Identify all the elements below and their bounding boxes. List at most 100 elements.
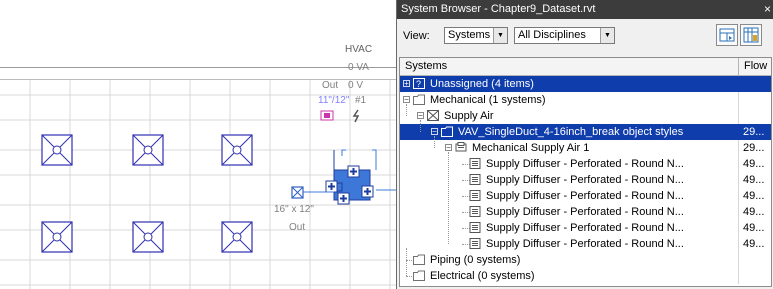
tree-row[interactable]: − VAV_SingleDuct_4-16inch_break object st… — [400, 124, 771, 140]
tree-row[interactable]: Supply Diffuser - Perforated - Round N..… — [400, 220, 771, 236]
tree-row[interactable]: +? Unassigned (4 items) — [400, 76, 771, 92]
tree-row[interactable]: Supply Diffuser - Perforated - Round N..… — [400, 156, 771, 172]
collapse-icon[interactable]: − — [445, 144, 452, 152]
view-select[interactable]: Systems ▼ — [444, 27, 508, 44]
chevron-down-icon: ▼ — [493, 28, 507, 43]
tree-row-label: VAV_SingleDuct_4-16inch_break object sty… — [458, 126, 684, 138]
system-browser-titlebar[interactable]: System Browser - Chapter9_Dataset.rvt × — [397, 0, 773, 19]
supply-diffuser-symbol[interactable] — [41, 134, 73, 166]
supply-diffuser-symbol[interactable] — [132, 221, 164, 253]
tree-row-label: Mechanical (1 systems) — [430, 94, 546, 106]
tree-row-name-cell: Supply Diffuser - Perforated - Round N..… — [400, 204, 739, 220]
tree-row-flow-cell: 49... — [743, 206, 765, 218]
tree-row-flow-cell: 29... — [743, 142, 765, 154]
supply-diffuser-symbol[interactable] — [132, 134, 164, 166]
va-label: 0 VA — [348, 62, 369, 73]
columns-icon — [719, 28, 735, 42]
tree-connector — [406, 248, 407, 276]
diffuser-icon — [469, 222, 481, 233]
tree-row-name-cell: Piping (0 systems) — [400, 252, 739, 268]
floor-plan-drawing — [0, 67, 396, 289]
tree-row-label: Mechanical Supply Air 1 — [472, 142, 590, 154]
tree-row-flow-cell — [740, 92, 771, 108]
discipline-select[interactable]: All Disciplines ▼ — [514, 27, 615, 44]
tree-row-name-cell: Supply Diffuser - Perforated - Round N..… — [400, 236, 739, 252]
tree-row-name-cell: +? Unassigned (4 items) — [400, 76, 739, 92]
tree-row-flow-cell: 49... — [743, 190, 765, 202]
tree-row-name-cell: − Supply Air — [400, 108, 739, 124]
svg-text:?: ? — [416, 79, 421, 89]
tree-row[interactable]: − Mechanical Supply Air 1 29... — [400, 140, 771, 156]
volt-label: 0 V — [348, 80, 364, 91]
systems-tree-grid[interactable]: Systems Flow +? Unassigned (4 items) − Mech… — [399, 57, 772, 287]
tree-row[interactable]: Supply Diffuser - Perforated - Round N..… — [400, 188, 771, 204]
tree-row[interactable]: − Mechanical (1 systems) — [400, 92, 771, 108]
collapse-icon[interactable]: − — [431, 128, 438, 136]
tree-connector — [448, 152, 449, 244]
discipline-select-value: All Disciplines — [518, 29, 586, 41]
tree-row-label: Supply Diffuser - Perforated - Round N..… — [486, 190, 684, 202]
tree-row-flow-cell: 49... — [743, 158, 765, 170]
tree-row-flow-cell: 29... — [743, 126, 765, 138]
diffuser-icon — [469, 158, 481, 169]
duct-size-label: 16" x 12" — [274, 204, 314, 215]
autofit-columns-button[interactable] — [716, 24, 738, 46]
tree-row-name-cell: Electrical (0 systems) — [400, 268, 739, 284]
tree-row-flow-cell: 49... — [743, 174, 765, 186]
panel-label: HVAC — [345, 44, 373, 55]
tree-connector — [434, 136, 435, 148]
tree-row[interactable]: Supply Diffuser - Perforated - Round N..… — [400, 236, 771, 252]
supply-air-icon — [427, 110, 439, 121]
grid-header: Systems Flow — [400, 58, 771, 76]
tree-row-label: Supply Diffuser - Perforated - Round N..… — [486, 158, 684, 170]
tree-row-name-cell: Supply Diffuser - Perforated - Round N..… — [400, 220, 739, 236]
tree-row[interactable]: − Supply Air — [400, 108, 771, 124]
vav-box[interactable] — [325, 149, 396, 205]
tree-row-name-cell: Supply Diffuser - Perforated - Round N..… — [400, 172, 739, 188]
system-browser-panel: System Browser - Chapter9_Dataset.rvt × … — [396, 0, 773, 289]
collapse-icon[interactable]: − — [417, 112, 424, 120]
column-header-systems[interactable]: Systems — [400, 58, 739, 75]
tree-row-name-cell: − VAV_SingleDuct_4-16inch_break object st… — [400, 124, 739, 140]
diffuser-icon — [469, 190, 481, 201]
out-label: Out — [322, 80, 339, 91]
tree-row[interactable]: Supply Diffuser - Perforated - Round N..… — [400, 172, 771, 188]
supply-diffuser-symbol[interactable] — [221, 134, 253, 166]
tree-row-label: Supply Air — [444, 110, 494, 122]
tree-row-name-cell: Supply Diffuser - Perforated - Round N..… — [400, 156, 739, 172]
supply-diffuser-symbol[interactable] — [41, 221, 73, 253]
column-header-flow[interactable]: Flow — [739, 58, 771, 75]
system-icon — [455, 142, 467, 153]
table-settings-icon — [743, 27, 759, 43]
view-label: View: — [403, 30, 430, 42]
supply-diffuser-symbol[interactable] — [221, 221, 253, 253]
tree-row-label: Supply Diffuser - Perforated - Round N..… — [486, 174, 684, 186]
tree-row-flow-cell — [740, 268, 771, 284]
diffuser-icon — [469, 238, 481, 249]
tree-row-label: Supply Diffuser - Perforated - Round N..… — [486, 222, 684, 234]
folder-icon — [413, 94, 425, 105]
diffuser-icon — [469, 174, 481, 185]
out-label-lower: Out — [289, 222, 306, 233]
column-settings-button[interactable] — [740, 24, 762, 46]
tree-row-name-cell: Supply Diffuser - Perforated - Round N..… — [400, 188, 739, 204]
tree-row[interactable]: Piping (0 systems) — [400, 252, 771, 268]
window-title: System Browser - Chapter9_Dataset.rvt — [401, 3, 596, 15]
tree-row-name-cell: − Mechanical (1 systems) — [400, 92, 739, 108]
drawing-canvas[interactable]: HVAC 0 VA Out 0 V 11"/12" #1 16" x 12" O… — [0, 0, 396, 289]
circuit-label: #1 — [355, 95, 367, 106]
expand-icon[interactable]: + — [403, 80, 410, 88]
tree-row-label: Electrical (0 systems) — [430, 270, 535, 282]
tree-row-name-cell: − Mechanical Supply Air 1 — [400, 140, 739, 156]
electrical-device-symbol[interactable] — [320, 110, 334, 121]
tree-row-flow-cell: 49... — [743, 222, 765, 234]
unassigned-icon: ? — [413, 78, 425, 89]
collapse-icon[interactable]: − — [403, 96, 410, 104]
dimension-label: 11"/12" — [318, 95, 350, 106]
chevron-down-icon: ▼ — [600, 28, 614, 43]
tree-row[interactable]: Supply Diffuser - Perforated - Round N..… — [400, 204, 771, 220]
view-select-value: Systems — [448, 29, 491, 41]
tree-row[interactable]: Electrical (0 systems) — [400, 268, 771, 284]
tree-row-label: Supply Diffuser - Perforated - Round N..… — [486, 238, 684, 250]
close-icon[interactable]: × — [764, 0, 771, 19]
